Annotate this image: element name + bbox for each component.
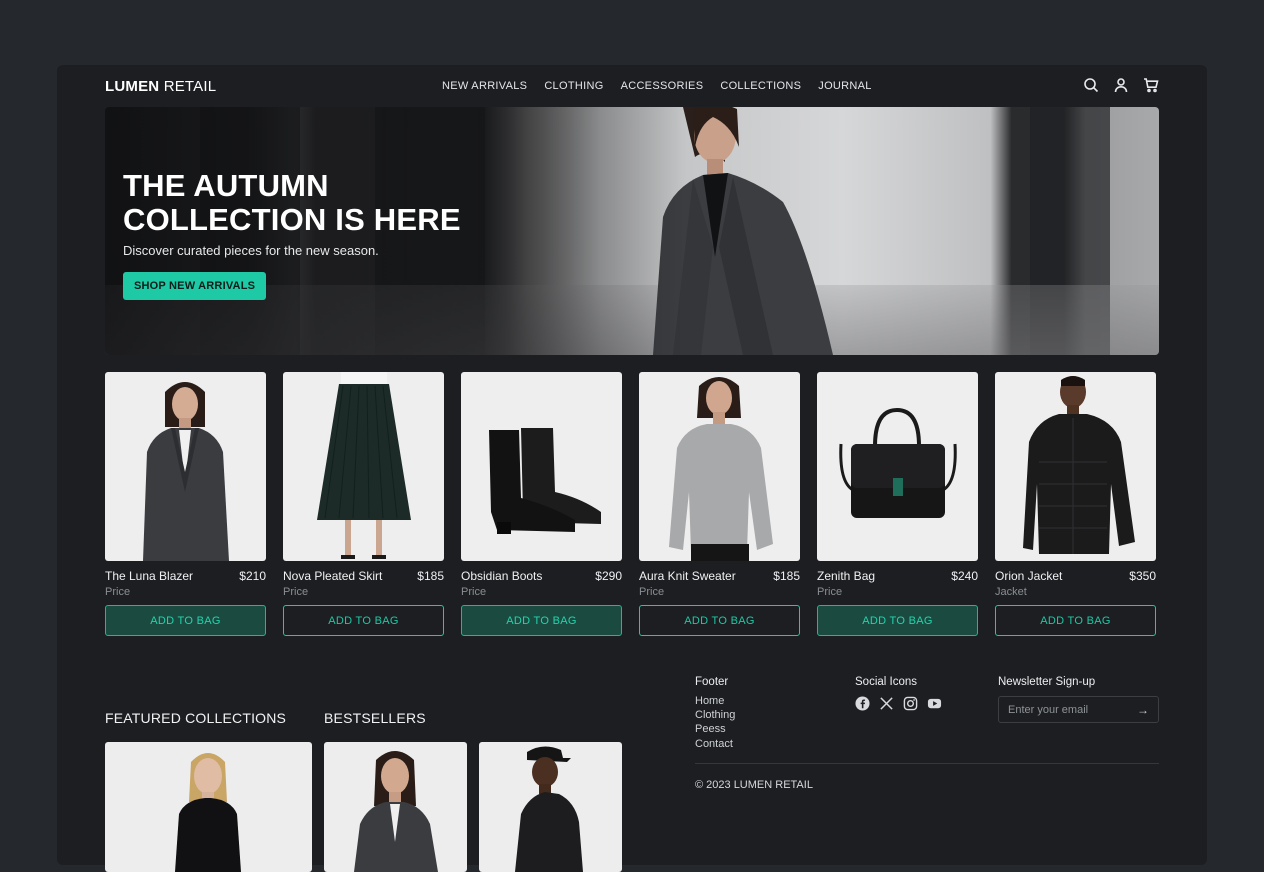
footer-social: Social Icons xyxy=(855,676,942,711)
footer-link-peess[interactable]: Peess xyxy=(695,722,735,736)
email-input[interactable] xyxy=(1008,703,1128,716)
footer-link-home[interactable]: Home xyxy=(695,694,735,708)
product-price: $290 xyxy=(595,569,622,583)
footer-links: Footer Home Clothing Peess Contact xyxy=(695,676,735,751)
x-icon[interactable] xyxy=(879,696,894,711)
product-name[interactable]: Obsidian Boots xyxy=(461,569,542,583)
user-icon[interactable] xyxy=(1113,77,1129,93)
add-to-bag-button[interactable]: ADD TO BAG xyxy=(639,605,800,636)
copyright-text: © 2023 LUMEN RETAIL xyxy=(695,779,813,791)
add-to-bag-button[interactable]: ADD TO BAG xyxy=(817,605,978,636)
bestsellers-heading: BESTSELLERS xyxy=(324,710,426,726)
product-name[interactable]: Nova Pleated Skirt xyxy=(283,569,382,583)
product-name[interactable]: Aura Knit Sweater xyxy=(639,569,736,583)
footer-link-contact[interactable]: Contact xyxy=(695,737,735,751)
product-subtitle: Price xyxy=(639,586,665,598)
product-image-boots[interactable] xyxy=(461,372,622,561)
hero-title: THE AUTUMN COLLECTION IS HERE xyxy=(123,168,461,237)
add-to-bag-button[interactable]: ADD TO BAG xyxy=(283,605,444,636)
product-image-skirt[interactable] xyxy=(283,372,444,561)
brand-logo[interactable]: LUMEN RETAIL xyxy=(105,78,216,95)
product-image-jacket[interactable] xyxy=(995,372,1156,561)
add-to-bag-button[interactable]: ADD TO BAG xyxy=(995,605,1156,636)
product-card: The Luna Blazer $210 Price ADD TO BAG xyxy=(105,372,266,636)
product-card: Zenith Bag $240 Price ADD TO BAG xyxy=(817,372,978,636)
product-card: Aura Knit Sweater $185 Price ADD TO BAG xyxy=(639,372,800,636)
product-card: Nova Pleated Skirt $185 Price ADD TO BAG xyxy=(283,372,444,636)
cart-icon[interactable] xyxy=(1143,77,1159,93)
product-price: $240 xyxy=(951,569,978,583)
add-to-bag-button[interactable]: ADD TO BAG xyxy=(105,605,266,636)
product-subtitle: Price xyxy=(105,586,131,598)
social-icons xyxy=(855,696,942,711)
product-card: Orion Jacket $350 Jacket ADD TO BAG xyxy=(995,372,1156,636)
footer-link-clothing[interactable]: Clothing xyxy=(695,708,735,722)
product-subtitle: Price xyxy=(461,586,487,598)
footer-divider xyxy=(695,763,1159,764)
product-name[interactable]: Zenith Bag xyxy=(817,569,875,583)
hero-subtitle: Discover curated pieces for the new seas… xyxy=(123,243,379,258)
nav-accessories[interactable]: ACCESSORIES xyxy=(621,80,704,92)
featured-collection-image[interactable] xyxy=(105,742,312,872)
product-price: $350 xyxy=(1129,569,1156,583)
product-price: $185 xyxy=(773,569,800,583)
product-card: Obsidian Boots $290 Price ADD TO BAG xyxy=(461,372,622,636)
facebook-icon[interactable] xyxy=(855,696,870,711)
youtube-icon[interactable] xyxy=(927,696,942,711)
storefront-window: LUMEN RETAIL NEW ARRIVALS CLOTHING ACCES… xyxy=(57,65,1207,872)
add-to-bag-button[interactable]: ADD TO BAG xyxy=(461,605,622,636)
main-nav: NEW ARRIVALS CLOTHING ACCESSORIES COLLEC… xyxy=(442,65,872,107)
search-icon[interactable] xyxy=(1083,77,1099,93)
product-name[interactable]: The Luna Blazer xyxy=(105,569,193,583)
newsletter-form: → xyxy=(998,696,1159,723)
product-name[interactable]: Orion Jacket xyxy=(995,569,1062,583)
product-image-sweater[interactable] xyxy=(639,372,800,561)
header-actions xyxy=(1083,77,1159,93)
product-price: $185 xyxy=(417,569,444,583)
hero-banner: THE AUTUMN COLLECTION IS HERE Discover c… xyxy=(105,107,1159,355)
product-subtitle: Price xyxy=(283,586,309,598)
brand-name-light: RETAIL xyxy=(159,77,217,95)
page-content: LUMEN RETAIL NEW ARRIVALS CLOTHING ACCES… xyxy=(105,65,1159,872)
brand-name-bold: LUMEN xyxy=(105,77,160,95)
shop-new-arrivals-button[interactable]: SHOP NEW ARRIVALS xyxy=(123,272,267,300)
product-price: $210 xyxy=(239,569,266,583)
social-heading: Social Icons xyxy=(855,676,918,688)
product-image-blazer[interactable] xyxy=(105,372,266,561)
newsletter-heading: Newsletter Sign-up xyxy=(998,676,1096,688)
instagram-icon[interactable] xyxy=(903,696,918,711)
nav-new-arrivals[interactable]: NEW ARRIVALS xyxy=(442,80,527,92)
footer-heading: Footer xyxy=(695,676,729,688)
hero-copy: THE AUTUMN COLLECTION IS HERE Discover c… xyxy=(123,169,523,300)
product-grid: The Luna Blazer $210 Price ADD TO BAG No… xyxy=(105,372,1159,636)
newsletter-signup: Newsletter Sign-up → xyxy=(998,676,1159,723)
product-subtitle: Jacket xyxy=(995,586,1027,598)
featured-collections-heading: FEATURED COLLECTIONS xyxy=(105,710,287,726)
site-header: LUMEN RETAIL NEW ARRIVALS CLOTHING ACCES… xyxy=(105,65,1159,107)
product-image-bag[interactable] xyxy=(817,372,978,561)
nav-journal[interactable]: JOURNAL xyxy=(818,80,871,92)
bestseller-image[interactable] xyxy=(324,742,467,872)
product-subtitle: Price xyxy=(817,586,843,598)
nav-collections[interactable]: COLLECTIONS xyxy=(720,80,801,92)
bestseller-image[interactable] xyxy=(479,742,622,872)
submit-arrow-icon[interactable]: → xyxy=(1137,703,1149,717)
nav-clothing[interactable]: CLOTHING xyxy=(544,80,603,92)
